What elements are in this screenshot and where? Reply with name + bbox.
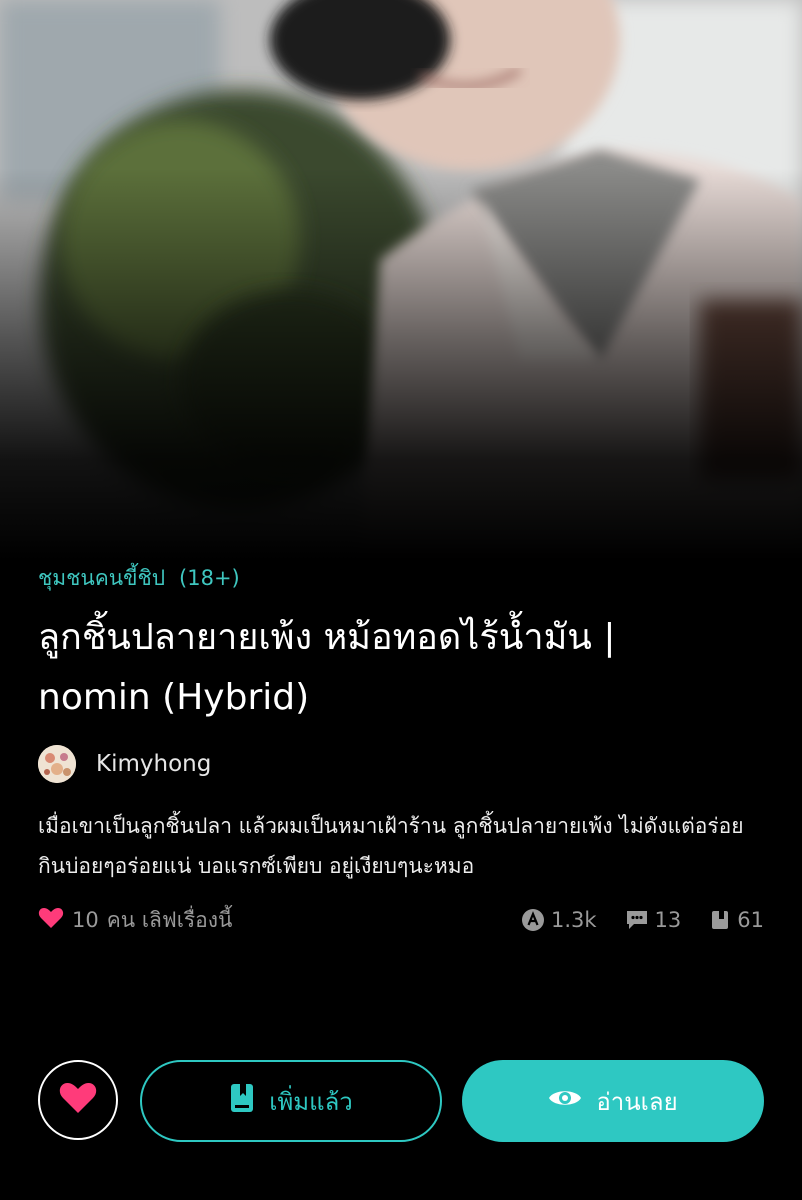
eye-icon xyxy=(548,1086,582,1116)
comments-count: 13 xyxy=(625,908,682,932)
comment-icon xyxy=(625,909,649,931)
category-link[interactable]: ชุมชนคนขี้ชิป xyxy=(38,562,165,595)
comments-value: 13 xyxy=(654,908,682,932)
story-title: ลูกชิ้นปลายายเพ้ง หม้อทอดไร้น้ำมัน | nom… xyxy=(38,617,616,718)
added-to-library-button[interactable]: เพิ่มแล้ว xyxy=(140,1060,442,1142)
age-rating: (18+) xyxy=(179,566,240,590)
views-count: 1.3k xyxy=(521,908,597,932)
love-count: 10 xyxy=(72,908,99,932)
action-bar: เพิ่มแล้ว อ่านเลย xyxy=(38,1060,764,1144)
story-description: เมื่อเขาเป็นลูกชิ้นปลา แล้วผมเป็นหมาเฝ้า… xyxy=(38,814,744,878)
chapters-value: 61 xyxy=(737,908,764,932)
views-icon xyxy=(521,908,545,932)
story-info: ชุมชนคนขี้ชิป (18+) ลูกชิ้นปลายายเพ้ง หม… xyxy=(38,560,764,938)
cover-gradient-overlay xyxy=(0,0,802,560)
read-now-button[interactable]: อ่านเลย xyxy=(462,1060,764,1142)
story-counts: 1.3k 13 61 xyxy=(521,908,764,932)
views-value: 1.3k xyxy=(550,908,597,932)
read-label: อ่านเลย xyxy=(596,1087,678,1116)
added-label: เพิ่มแล้ว xyxy=(269,1087,353,1116)
story-cover-image xyxy=(0,0,802,560)
chapters-count: 61 xyxy=(709,908,764,932)
love-summary: 10 คน เลิฟเรื่องนี้ xyxy=(38,904,232,937)
stats-row: 10 คน เลิฟเรื่องนี้ 1.3k 13 61 xyxy=(38,902,764,938)
author-row[interactable]: Kimyhong xyxy=(38,742,764,786)
author-avatar[interactable] xyxy=(38,745,76,783)
heart-icon xyxy=(58,1080,98,1120)
book-icon xyxy=(709,909,731,931)
heart-icon xyxy=(38,906,64,935)
love-text: คน เลิฟเรื่องนี้ xyxy=(106,907,233,932)
favorite-button[interactable] xyxy=(38,1060,118,1140)
author-name[interactable]: Kimyhong xyxy=(96,751,211,777)
bookmark-book-icon xyxy=(229,1083,255,1119)
category-row: ชุมชนคนขี้ชิป (18+) xyxy=(38,560,764,596)
story-detail-screen: ชุมชนคนขี้ชิป (18+) ลูกชิ้นปลายายเพ้ง หม… xyxy=(0,0,802,1200)
